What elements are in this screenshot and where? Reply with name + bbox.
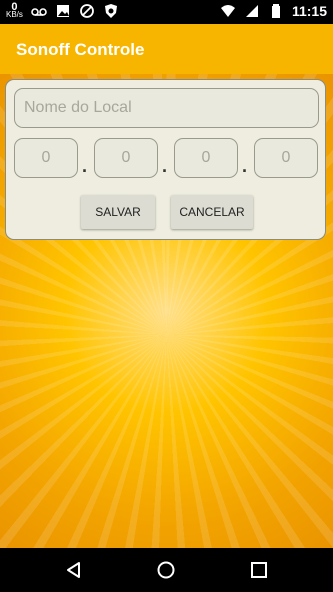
network-speed: 0 KB/s: [6, 2, 23, 19]
clock: 11:15: [291, 3, 327, 19]
blocked-icon: [80, 4, 94, 18]
ip-octet-2-input[interactable]: 0: [94, 138, 158, 178]
shield-icon: [104, 4, 117, 18]
home-icon[interactable]: [156, 560, 176, 580]
back-icon[interactable]: [64, 560, 84, 580]
ip-separator-1: .: [82, 156, 88, 176]
navigation-bar: [0, 548, 333, 592]
voicemail-icon: [31, 8, 47, 16]
status-bar: 0 KB/s 11:15: [0, 0, 333, 24]
image-icon: [56, 5, 69, 17]
save-button[interactable]: SALVAR: [81, 195, 155, 229]
ip-separator-2: .: [162, 156, 168, 176]
status-left-group: 0 KB/s: [6, 2, 119, 19]
main-content: 0 . 0 . 0 . 0 SALVAR CANCELAR: [0, 74, 333, 548]
recents-icon[interactable]: [249, 560, 269, 580]
network-speed-unit: KB/s: [6, 10, 23, 19]
ip-octet-3-input[interactable]: 0: [174, 138, 238, 178]
signal-icon: [245, 5, 258, 17]
app-bar: Sonoff Controle: [0, 24, 333, 74]
ip-octet-4-input[interactable]: 0: [254, 138, 318, 178]
ip-separator-3: .: [242, 156, 248, 176]
wifi-icon: [220, 5, 235, 17]
ip-octet-1-input[interactable]: 0: [14, 138, 78, 178]
location-name-input[interactable]: [14, 88, 319, 128]
battery-icon: [271, 4, 280, 18]
device-form-card: 0 . 0 . 0 . 0 SALVAR CANCELAR: [5, 79, 326, 240]
status-right-group: 11:15: [220, 3, 327, 19]
app-title: Sonoff Controle: [16, 40, 145, 59]
cancel-button[interactable]: CANCELAR: [171, 195, 253, 229]
